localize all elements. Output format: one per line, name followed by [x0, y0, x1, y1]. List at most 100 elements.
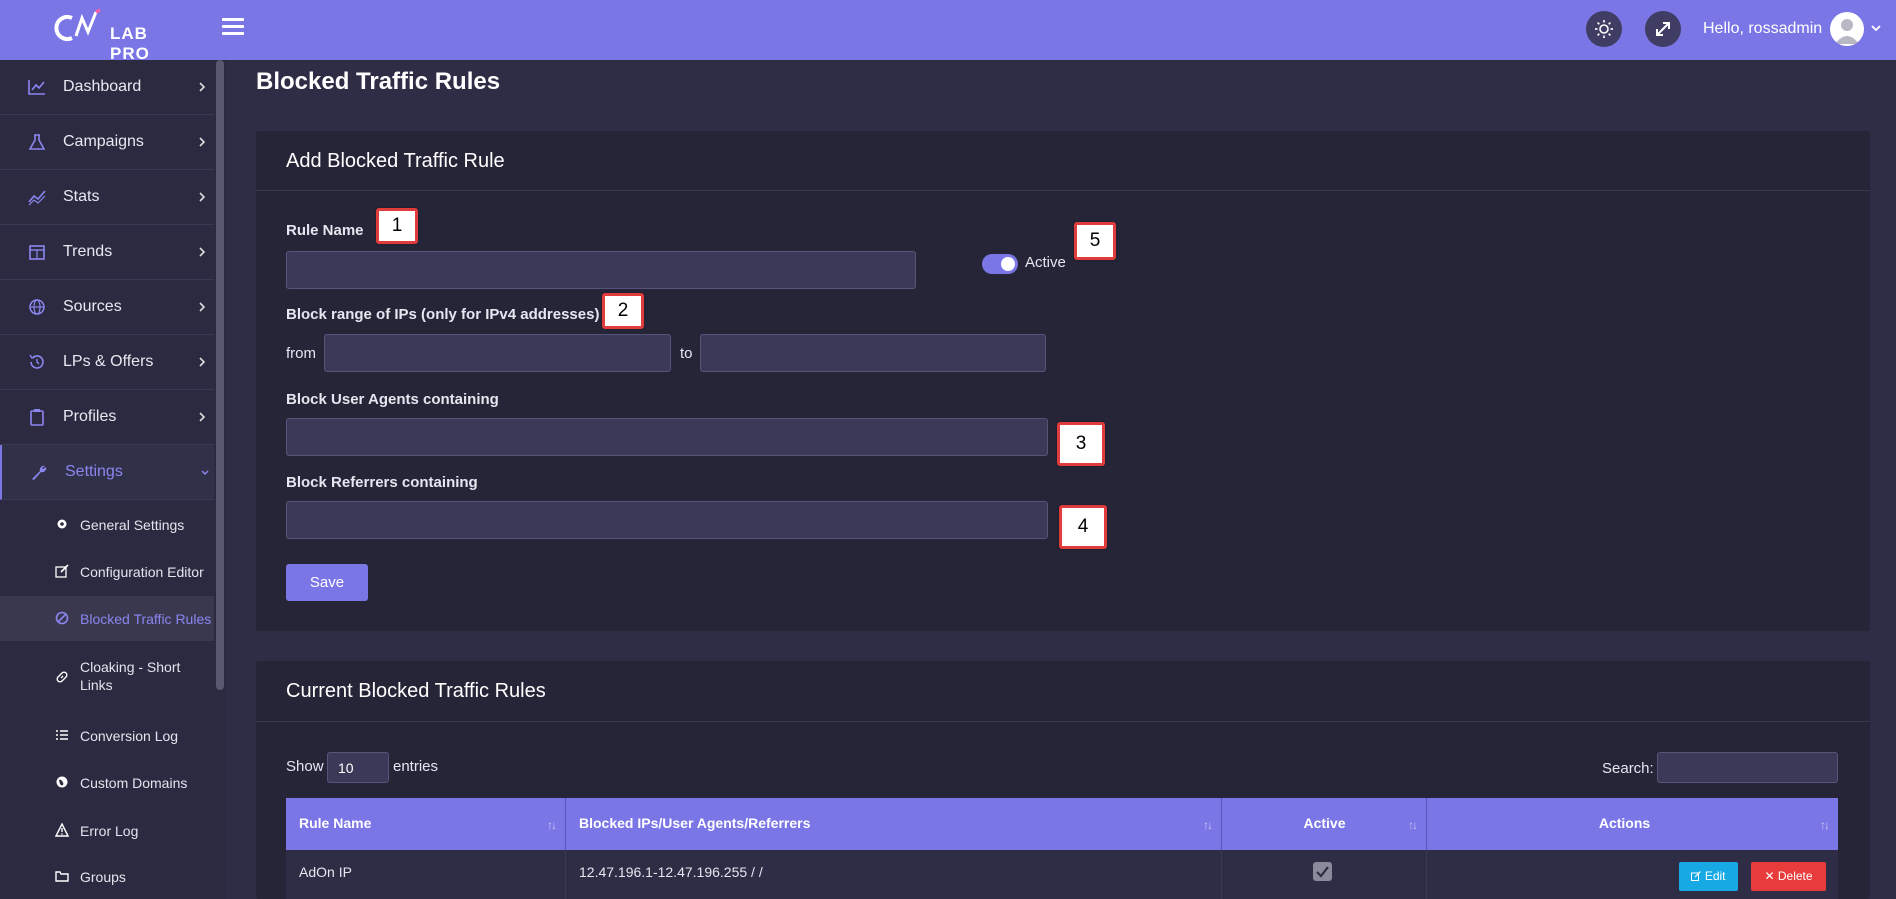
check-icon: [1316, 866, 1329, 878]
globe-icon: [29, 299, 45, 315]
column-header-actions[interactable]: Actions ↑↓: [1427, 798, 1838, 850]
expand-icon: [1656, 22, 1670, 36]
sidebar-item-label: Dashboard: [63, 78, 142, 95]
from-label: from: [286, 345, 316, 362]
sidebar-item-campaigns[interactable]: Campaigns: [0, 115, 214, 170]
sidebar-item-trends[interactable]: Trends: [0, 225, 214, 280]
callout-marker: 4: [1059, 505, 1107, 549]
gear-icon: [57, 519, 67, 529]
user-agents-label: Block User Agents containing: [286, 391, 499, 408]
add-rule-card: Add Blocked Traffic Rule: [256, 131, 1870, 631]
clipboard-icon: [30, 409, 44, 426]
active-toggle[interactable]: [982, 254, 1018, 274]
sidebar-sub-label: Cloaking - Short Links: [80, 659, 181, 693]
cell-blocked: 12.47.196.1-12.47.196.255 / /: [566, 850, 1222, 899]
sidebar-sub-error-log[interactable]: Error Log: [0, 810, 214, 850]
delete-label: Delete: [1777, 869, 1813, 883]
sidebar-sub-label: Conversion Log: [80, 728, 179, 744]
column-header-label: Actions: [1598, 815, 1651, 831]
search-input[interactable]: [1657, 752, 1838, 783]
edit-icon: [1691, 871, 1702, 881]
sort-icon: ↑↓: [1820, 818, 1830, 832]
fullscreen-button[interactable]: [1645, 11, 1681, 47]
sidebar-sub-custom-domains[interactable]: Custom Domains: [0, 762, 214, 802]
column-header-blocked[interactable]: Blocked IPs/User Agents/Referrers ↑↓: [566, 798, 1222, 850]
referrers-input[interactable]: [286, 501, 1048, 539]
card-header: Current Blocked Traffic Rules: [256, 661, 1870, 722]
sidebar-sub-blocked-traffic-rules[interactable]: Blocked Traffic Rules: [0, 596, 214, 641]
chevron-right-icon: [199, 247, 206, 257]
avatar[interactable]: [1830, 12, 1864, 46]
sidebar-item-label: Profiles: [63, 408, 117, 425]
edit-button[interactable]: Edit: [1679, 862, 1738, 891]
sidebar-sub-label: General Settings: [80, 517, 185, 533]
menu-toggle-icon[interactable]: [222, 18, 244, 38]
sidebar-sub-cloaking-short-links[interactable]: Cloaking - Short Links: [0, 652, 214, 702]
column-header-label: Active: [1303, 815, 1346, 831]
ip-to-input[interactable]: [700, 334, 1046, 372]
history-icon: [29, 354, 44, 369]
sidebar-sub-groups[interactable]: Groups: [0, 856, 214, 896]
column-header-rule-name[interactable]: Rule Name ↑↓: [286, 798, 566, 850]
chevron-right-icon: [199, 192, 206, 202]
sidebar-sub-configuration-editor[interactable]: Configuration Editor: [0, 551, 214, 591]
sidebar-item-profiles[interactable]: Profiles: [0, 390, 214, 445]
entries-select[interactable]: [327, 752, 389, 783]
active-label: Active: [1025, 254, 1066, 271]
referrers-label: Block Referrers containing: [286, 474, 478, 491]
list-icon: [56, 730, 68, 740]
sidebar-item-sources[interactable]: Sources: [0, 280, 214, 335]
sidebar-item-settings[interactable]: Settings: [0, 445, 214, 500]
cell-text: 12.47.196.1-12.47.196.255 / /: [579, 864, 763, 880]
stats-icon: [28, 190, 46, 206]
chevron-right-icon: [199, 137, 206, 147]
entries-label: entries: [393, 758, 439, 775]
column-header-active[interactable]: Active ↑↓: [1222, 798, 1427, 850]
logo-mark-icon: [54, 8, 101, 41]
sidebar-item-label: Sources: [63, 298, 122, 315]
logo[interactable]: LAB PRO: [52, 8, 182, 63]
sidebar-item-stats[interactable]: Stats: [0, 170, 214, 225]
chevron-down-icon[interactable]: [1870, 23, 1882, 33]
user-greeting[interactable]: Hello, rossadmin: [1703, 20, 1822, 38]
callout-marker: 2: [602, 293, 644, 329]
sidebar-sub-conversion-log[interactable]: Conversion Log: [0, 715, 214, 755]
chevron-right-icon: [199, 302, 206, 312]
card-title: Add Blocked Traffic Rule: [286, 150, 505, 172]
chevron-down-icon: [201, 470, 209, 475]
rule-name-input[interactable]: [286, 251, 916, 289]
chevron-right-icon: [199, 357, 206, 367]
cell-text: AdOn IP: [299, 864, 352, 880]
warning-icon: [55, 823, 69, 837]
sidebar-item-label: LPs & Offers: [63, 353, 154, 370]
column-header-label: Rule Name: [299, 815, 372, 831]
user-agents-input[interactable]: [286, 418, 1048, 456]
sidebar-item-dashboard[interactable]: Dashboard: [0, 60, 214, 115]
sort-icon: ↑↓: [1203, 818, 1213, 832]
folder-icon: [55, 871, 69, 882]
sidebar-scrollbar[interactable]: [216, 60, 224, 690]
user-icon: [1835, 19, 1859, 44]
top-bar: LAB PRO Hello, rossadmin: [0, 0, 1896, 63]
theme-toggle-button[interactable]: [1586, 11, 1622, 47]
delete-button[interactable]: ✕ Delete: [1751, 862, 1826, 891]
active-checkbox[interactable]: [1313, 862, 1332, 881]
callout-marker: 3: [1057, 422, 1105, 466]
callout-marker: 1: [376, 208, 418, 244]
ip-from-input[interactable]: [324, 334, 671, 372]
sidebar-item-lps-offers[interactable]: LPs & Offers: [0, 335, 214, 390]
chevron-right-icon: [199, 82, 206, 92]
card-header: Add Blocked Traffic Rule: [256, 131, 1870, 191]
column-header-label: Blocked IPs/User Agents/Referrers: [579, 815, 811, 831]
to-label: to: [680, 345, 693, 362]
sidebar-sub-general-settings[interactable]: General Settings: [0, 504, 214, 544]
sidebar-item-label: Trends: [63, 243, 113, 260]
rule-name-label: Rule Name: [286, 222, 364, 239]
callout-marker: 5: [1074, 222, 1116, 260]
table-header: Rule Name ↑↓ Blocked IPs/User Agents/Ref…: [286, 798, 1838, 850]
sort-icon: ↑↓: [1408, 818, 1418, 832]
save-button[interactable]: Save: [286, 564, 368, 601]
chart-line-icon: [28, 80, 45, 95]
calendar-icon: [29, 245, 45, 260]
page-title: Blocked Traffic Rules: [256, 68, 501, 95]
